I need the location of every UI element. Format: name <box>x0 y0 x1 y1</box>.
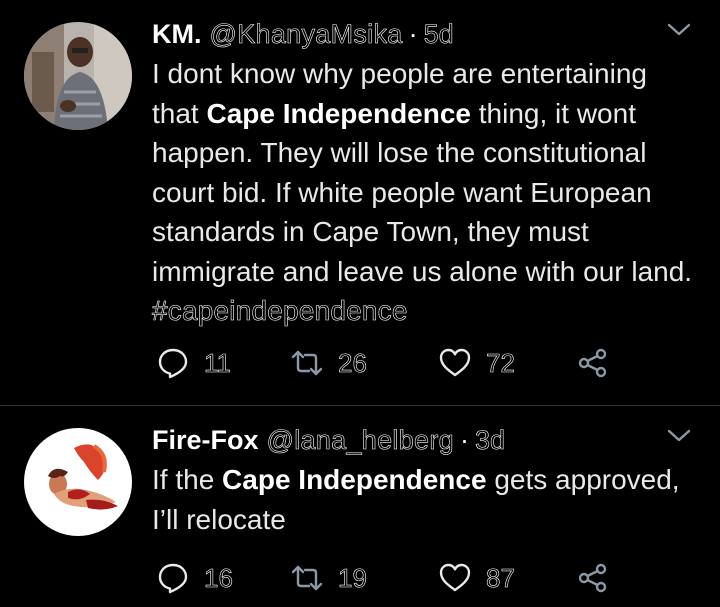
retweet-count: 26 <box>338 347 368 378</box>
chevron-down-icon[interactable] <box>664 420 694 450</box>
tweet[interactable]: KM. @KhanyaMsika · 5d I dont know why pe… <box>0 0 720 405</box>
retweet-button[interactable]: 26 <box>290 343 367 383</box>
reply-icon <box>158 348 188 379</box>
tweet-text-part: If the <box>152 464 223 495</box>
tweet-text-bold: Cape Independence <box>222 464 487 495</box>
tweet-content: KM. @KhanyaMsika · 5d I dont know why pe… <box>152 14 696 331</box>
tweet-text: If the Cape Independence gets approved, … <box>152 460 700 539</box>
share-button[interactable] <box>576 343 610 383</box>
tweet-text-bold: Cape Independence <box>206 97 471 129</box>
display-name[interactable]: KM. <box>152 14 202 54</box>
reply-icon <box>158 563 188 594</box>
share-button[interactable] <box>576 558 610 598</box>
reply-button[interactable]: 16 <box>156 558 233 598</box>
tweet-text: I dont know why people are entertaining … <box>152 54 700 331</box>
like-button[interactable]: 87 <box>438 558 515 598</box>
tweet-age[interactable]: 5d <box>423 14 454 54</box>
user-handle[interactable]: @KhanyaMsika <box>209 14 402 54</box>
tweet-actions: 11 26 72 <box>152 343 632 383</box>
display-name[interactable]: Fire-Fox <box>152 420 259 460</box>
reply-button[interactable]: 11 <box>156 343 231 383</box>
avatar-image <box>24 428 132 536</box>
tweet-feed: KM. @KhanyaMsika · 5d I dont know why pe… <box>0 0 720 607</box>
tweet-header: Fire-Fox @lana_helberg · 3d <box>152 420 696 460</box>
avatar-image <box>24 22 132 130</box>
avatar[interactable] <box>24 22 132 130</box>
tweet-header: KM. @KhanyaMsika · 5d <box>152 14 696 54</box>
separator-dot: · <box>459 425 469 455</box>
reply-count: 11 <box>204 347 232 378</box>
retweet-button[interactable]: 19 <box>290 558 367 598</box>
like-icon <box>439 348 471 377</box>
tweet[interactable]: Fire-Fox @lana_helberg · 3d If the Cape … <box>0 406 720 607</box>
tweet-age[interactable]: 3d <box>475 420 506 460</box>
like-button[interactable]: 72 <box>438 343 515 383</box>
hashtag-link[interactable]: #capeindependence <box>152 295 408 327</box>
retweet-icon <box>291 350 323 376</box>
like-count: 87 <box>486 562 516 593</box>
retweet-count: 19 <box>338 562 368 593</box>
like-count: 72 <box>486 347 516 378</box>
avatar[interactable] <box>24 428 132 536</box>
share-icon <box>578 563 607 593</box>
tweet-content: Fire-Fox @lana_helberg · 3d If the Cape … <box>152 420 696 539</box>
reply-count: 16 <box>204 562 234 593</box>
separator-dot: · <box>408 19 418 49</box>
share-icon <box>578 348 607 378</box>
tweet-actions: 16 19 87 <box>152 558 632 598</box>
like-icon <box>439 563 471 592</box>
chevron-down-icon[interactable] <box>664 14 694 44</box>
user-handle[interactable]: @lana_helberg <box>266 420 454 460</box>
retweet-icon <box>291 565 323 591</box>
